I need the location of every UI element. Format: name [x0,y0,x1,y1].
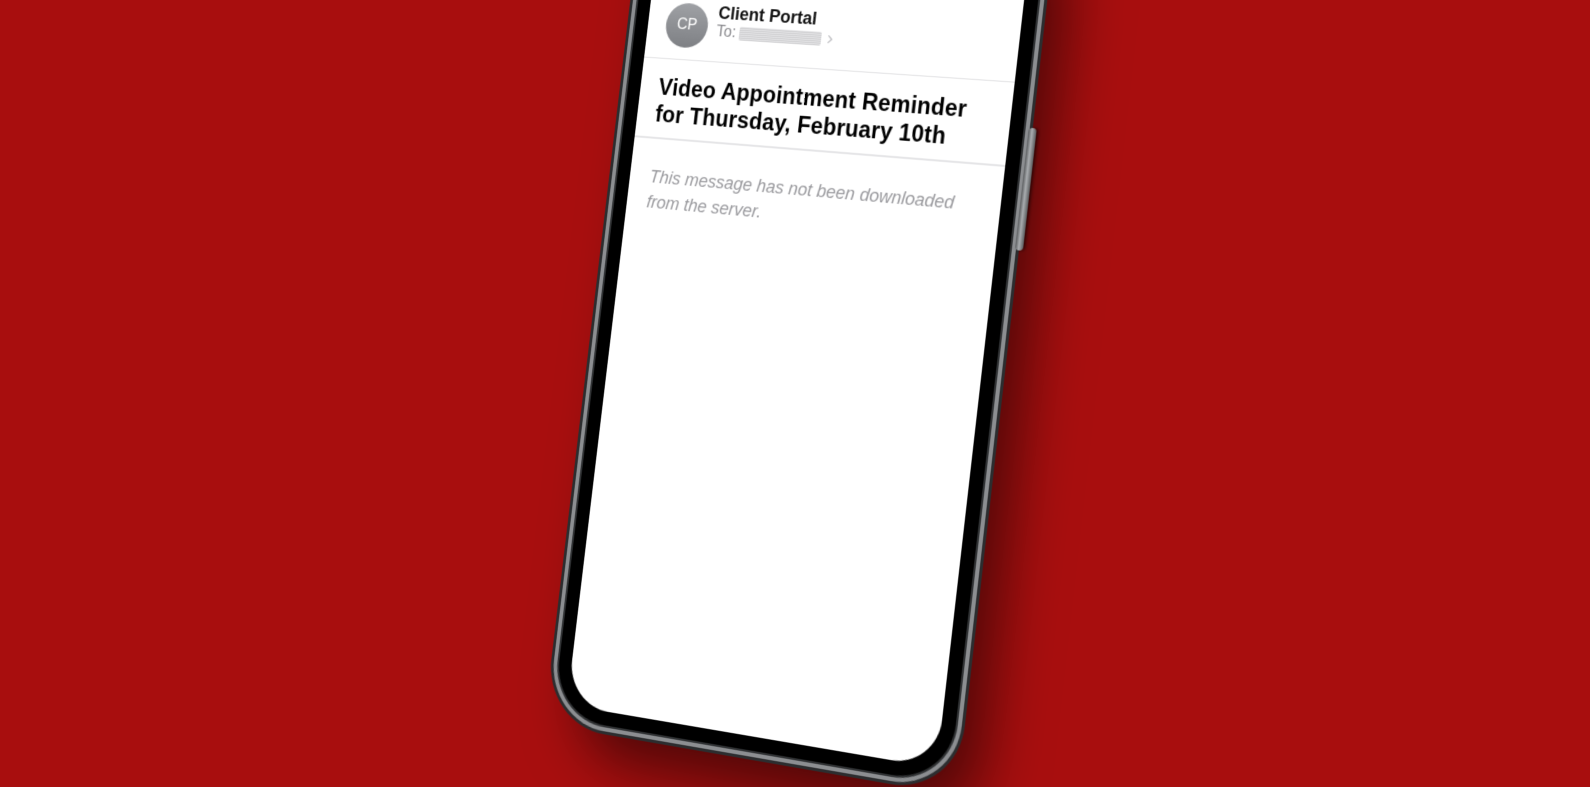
chevron-right-icon [824,32,835,46]
to-prefix: To: [715,23,737,42]
mail-app-screen: 11:07 [567,0,1034,768]
download-placeholder: This message has not been downloaded fro… [645,164,980,245]
recipient-redacted [739,27,823,46]
side-button [1015,128,1037,251]
subject-text: Video Appointment Reminder for Thursday,… [654,74,993,153]
avatar-initials: CP [676,16,698,35]
phone-frame: 11:07 [553,0,1049,785]
received-time: 11:03 AM [934,0,1006,4]
phone-mockup: 11:07 [553,0,1049,785]
avatar: CP [664,2,711,49]
